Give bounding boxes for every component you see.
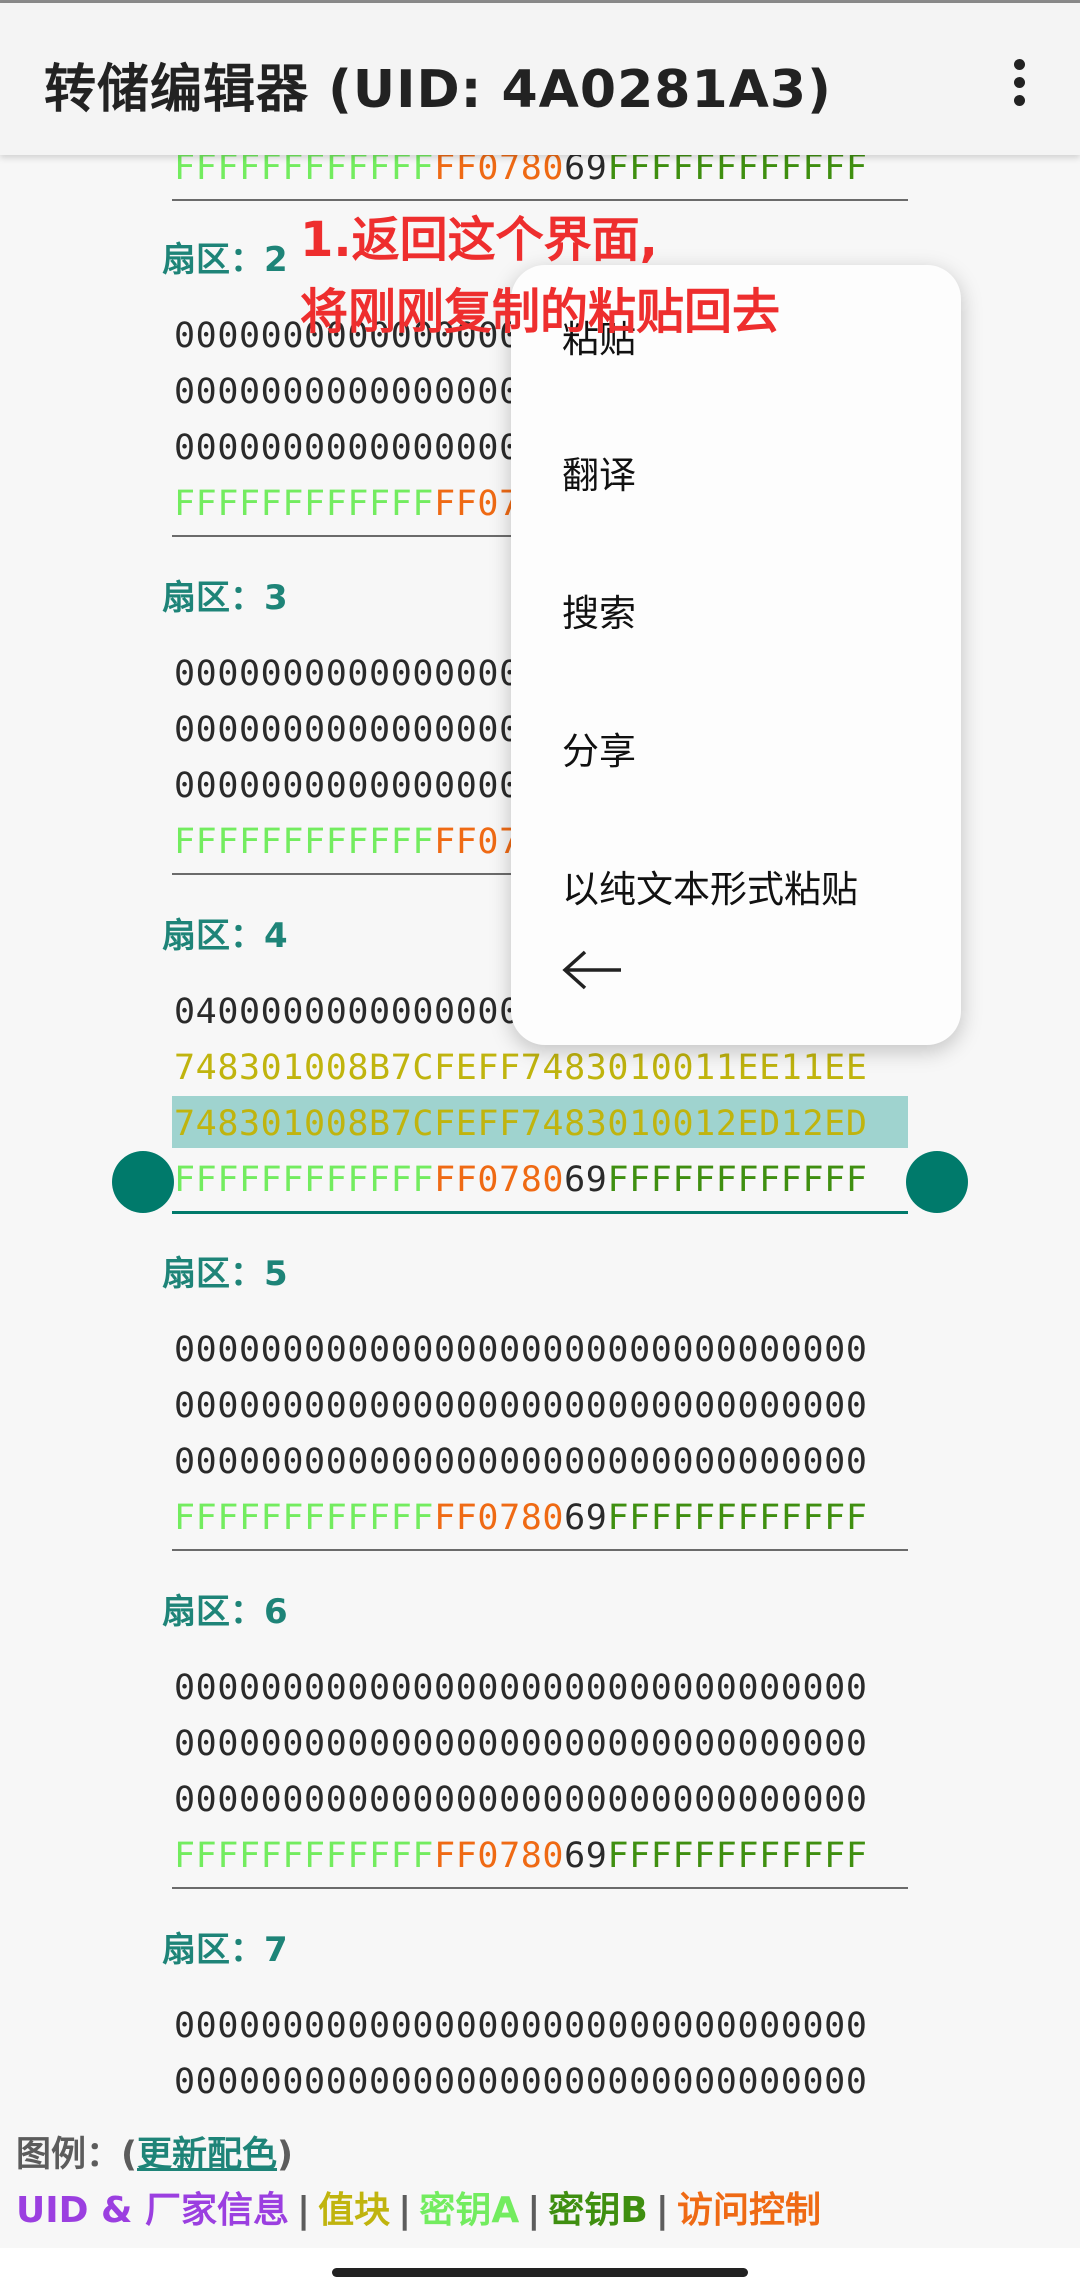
hex-segment: 69: [564, 1160, 608, 1200]
hex-row[interactable]: 00000000000000000000000000000000: [174, 2060, 868, 2104]
hex-segment: FFFFFFFFFFFF: [174, 822, 435, 862]
sector-label: 扇区：5: [162, 1254, 288, 1294]
hex-segment: 00000000000000000000000000000000: [174, 1780, 868, 1820]
hex-segment: FFFFFFFFFFFF: [607, 1836, 868, 1876]
legend-item: UID & 厂家信息: [16, 2190, 289, 2231]
legend-separator: |: [296, 2190, 311, 2231]
hex-segment: FF0780: [434, 1160, 565, 1200]
text-context-menu: 粘贴 翻译 搜索 分享 以纯文本形式粘贴: [511, 265, 961, 1045]
legend-item: 访问控制: [676, 2190, 821, 2231]
hex-row[interactable]: FFFFFFFFFFFFFF078069FFFFFFFFFFFF: [174, 1834, 868, 1878]
menu-item-translate[interactable]: 翻译: [562, 445, 636, 499]
hex-row[interactable]: 00000000000000000000000000000000: [174, 1722, 868, 1766]
hex-segment: 00000000000000000000000000000000: [174, 2062, 868, 2102]
hex-row[interactable]: FFFFFFFFFFFFFF078069FFFFFFFFFFFF: [174, 1158, 868, 1202]
legend-prefix: 图例：(: [16, 2135, 137, 2175]
hex-segment: FFFFFFFFFFFF: [174, 1160, 435, 1200]
sector-divider: [172, 1887, 908, 1889]
hex-row[interactable]: 00000000000000000000000000000000: [174, 1440, 868, 1484]
hex-row[interactable]: 00000000000000000000000000000000: [174, 2004, 868, 2048]
legend-item: 密钥B: [548, 2190, 648, 2231]
sector-label: 扇区：7: [162, 1930, 288, 1970]
hex-segment: FFFFFFFFFFFF: [607, 1160, 868, 1200]
hex-segment: 00000000000000000000000000000000: [174, 1442, 868, 1482]
update-colors-link[interactable]: 更新配色: [137, 2135, 277, 2175]
more-vert-icon[interactable]: [1000, 53, 1040, 113]
annotation-line-2: 将刚刚复制的粘贴回去: [300, 284, 781, 340]
legend-separator: |: [655, 2190, 669, 2231]
sector-label: 扇区：4: [162, 916, 288, 956]
page-title: 转储编辑器 (UID: 4A0281A3): [44, 60, 832, 120]
legend: 图例：(更新配色) UID & 厂家信息 | 值块 | 密钥A | 密钥B | 访问控制: [0, 2118, 1080, 2248]
hex-row[interactable]: 00000000000000000000000000000000: [174, 1384, 868, 1428]
gesture-bar: [0, 2248, 1080, 2292]
sector-label: 扇区：2: [162, 240, 288, 280]
hex-segment: 00000000000000000000000000000000: [174, 1668, 868, 1708]
hex-segment: 748301008B7CFEFF7483010012ED12ED: [174, 1104, 868, 1144]
legend-items: UID & 厂家信息 | 值块 | 密钥A | 密钥B | 访问控制: [16, 2181, 821, 2233]
sector-label: 扇区：3: [162, 578, 288, 618]
hex-segment: FFFFFFFFFFFF: [607, 1498, 868, 1538]
hex-row[interactable]: 00000000000000000000000000000000: [174, 1778, 868, 1822]
hex-segment: 00000000000000000000000000000000: [174, 1386, 868, 1426]
hex-segment: 00000000000000000000000000000000: [174, 1724, 868, 1764]
hex-segment: FF0780: [434, 1836, 565, 1876]
hex-row[interactable]: 00000000000000000000000000000000: [174, 1666, 868, 1710]
menu-item-paste-plain[interactable]: 以纯文本形式粘贴: [562, 859, 858, 913]
hex-segment: 69: [564, 1836, 608, 1876]
hex-segment: FFFFFFFFFFFF: [174, 484, 435, 524]
hex-row[interactable]: 748301008B7CFEFF7483010012ED12ED: [174, 1102, 868, 1146]
legend-separator: |: [527, 2190, 541, 2231]
menu-item-search[interactable]: 搜索: [562, 583, 636, 637]
menu-item-share[interactable]: 分享: [562, 721, 636, 775]
hex-segment: FFFFFFFFFFFF: [174, 1836, 435, 1876]
hex-row[interactable]: FFFFFFFFFFFFFF078069FFFFFFFFFFFF: [174, 1496, 868, 1540]
arrow-left-icon[interactable]: [561, 950, 623, 990]
hex-segment: 00000000000000000000000000000000: [174, 2006, 868, 2046]
sector-divider: [172, 1549, 908, 1551]
hex-row[interactable]: 748301008B7CFEFF7483010011EE11EE: [174, 1046, 868, 1090]
app-bar: 转储编辑器 (UID: 4A0281A3): [0, 3, 1080, 155]
selection-handle-start[interactable]: [112, 1151, 174, 1213]
legend-item: 值块: [318, 2190, 391, 2231]
legend-item: 密钥A: [419, 2190, 520, 2231]
hex-segment: FFFFFFFFFFFF: [174, 1498, 435, 1538]
legend-title: 图例：(更新配色): [16, 2126, 293, 2177]
hex-segment: 69: [564, 1498, 608, 1538]
sector-divider: [172, 1211, 908, 1214]
legend-separator: |: [398, 2190, 412, 2231]
hex-segment: 748301008B7CFEFF7483010011EE11EE: [174, 1048, 868, 1088]
home-indicator[interactable]: [332, 2268, 748, 2277]
legend-suffix: ): [277, 2135, 294, 2175]
hex-segment: FF0780: [434, 1498, 565, 1538]
hex-row[interactable]: 00000000000000000000000000000000: [174, 1328, 868, 1372]
hex-segment: 00000000000000000000000000000000: [174, 1330, 868, 1370]
sector-label: 扇区：6: [162, 1592, 288, 1632]
annotation-line-1: 1.返回这个界面,: [300, 212, 658, 268]
selection-handle-end[interactable]: [906, 1151, 968, 1213]
